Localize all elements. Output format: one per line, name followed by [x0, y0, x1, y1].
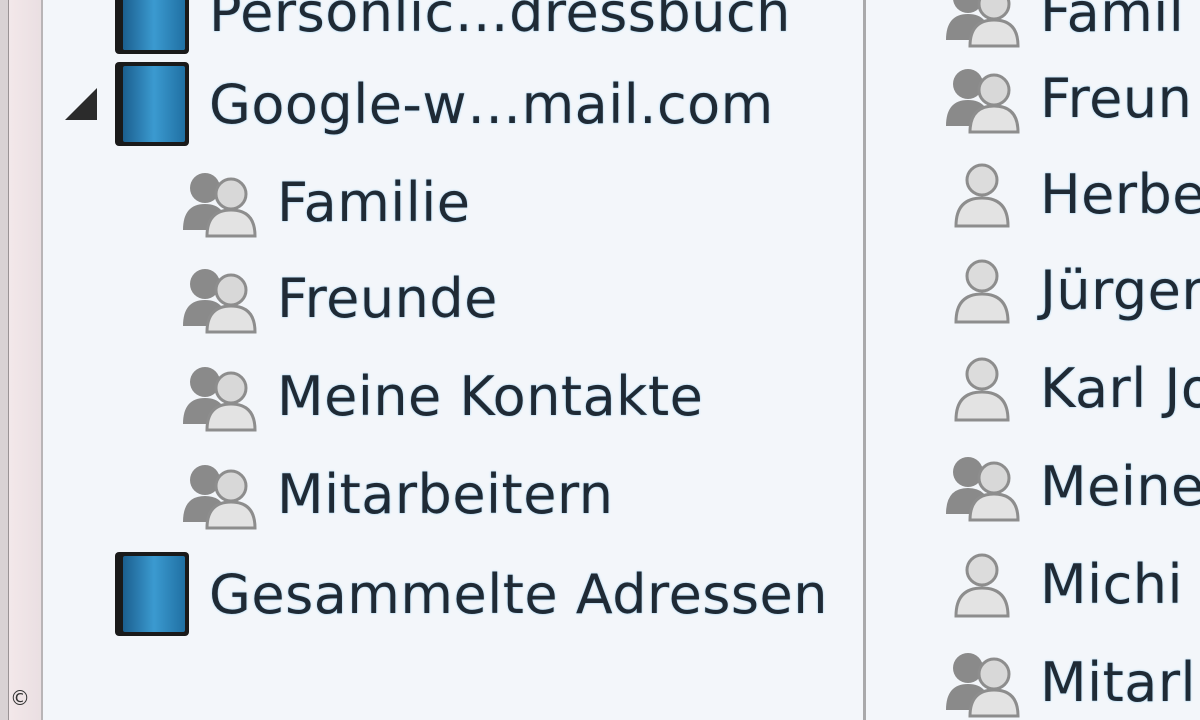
contact-name: Karl Jo — [1040, 356, 1200, 420]
group-icon — [183, 367, 257, 432]
group-icon — [183, 465, 257, 530]
tree-item-group-familie[interactable]: Familie — [179, 154, 471, 250]
expanded-triangle-icon[interactable] — [65, 88, 97, 120]
contact-name: Freun — [1040, 66, 1193, 130]
tree-item-label: Mitarbeitern — [277, 462, 614, 526]
tree-item-google-account[interactable]: Google-w…mail.com — [113, 56, 774, 152]
tree-item-group-freunde[interactable]: Freunde — [179, 250, 498, 346]
window-frame-border — [9, 0, 43, 720]
group-icon — [946, 69, 1020, 134]
group-icon — [946, 457, 1020, 522]
contact-list: Famil Freun Herbe Jürger Karl Jo Meine M… — [866, 0, 1200, 720]
tree-item-label: Freunde — [277, 266, 498, 330]
tree-item-label: Familie — [277, 170, 471, 234]
group-icon — [946, 653, 1020, 718]
tree-item-group-meine-kontakte[interactable]: Meine Kontakte — [179, 348, 703, 444]
contact-name: Mitarl — [1040, 650, 1197, 714]
contact-list-item[interactable]: Meine — [942, 438, 1200, 534]
tree-item-label: Gesammelte Adressen — [209, 562, 829, 626]
group-icon — [946, 0, 1020, 48]
contact-name: Herbe — [1040, 162, 1200, 226]
tree-item-collected-addresses[interactable]: Gesammelte Adressen — [113, 546, 828, 642]
copyright-mark: © — [10, 686, 30, 710]
contact-list-item[interactable]: Freun — [942, 50, 1192, 146]
contact-list-item[interactable]: Michi — [942, 536, 1183, 632]
contact-list-item[interactable]: Karl Jo — [942, 340, 1200, 436]
person-icon — [954, 553, 1010, 618]
contact-name: Michi — [1040, 552, 1184, 616]
contact-name: Meine — [1040, 454, 1200, 518]
address-book-tree: Persönlic…dressbuch Google-w…mail.com Fa… — [43, 0, 863, 720]
person-icon — [954, 163, 1010, 228]
person-icon — [954, 259, 1010, 324]
tree-item-personal-address-book[interactable]: Persönlic…dressbuch — [113, 0, 791, 60]
window-frame-left — [0, 0, 9, 720]
contact-name: Jürger — [1040, 258, 1200, 322]
contact-list-item[interactable]: Herbe — [942, 146, 1200, 242]
address-book-icon — [115, 62, 189, 146]
address-book-icon — [115, 552, 189, 636]
tree-item-group-mitarbeitern[interactable]: Mitarbeitern — [179, 446, 613, 542]
tree-item-label: Meine Kontakte — [277, 364, 704, 428]
contact-name: Famil — [1040, 0, 1185, 44]
tree-item-label: Google-w…mail.com — [209, 72, 774, 136]
address-book-icon — [115, 0, 189, 54]
group-icon — [183, 269, 257, 334]
contact-list-item[interactable]: Mitarl — [942, 634, 1196, 720]
tree-item-label: Persönlic…dressbuch — [209, 0, 791, 44]
contact-list-item[interactable]: Jürger — [942, 242, 1200, 338]
person-icon — [954, 357, 1010, 422]
group-icon — [183, 173, 257, 238]
